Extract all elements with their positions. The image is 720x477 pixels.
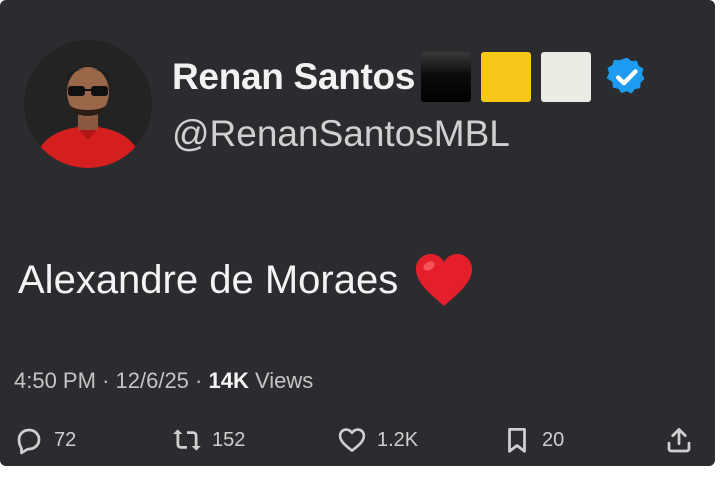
- like-count: 1.2K: [377, 428, 419, 451]
- repost-icon: [173, 429, 201, 451]
- author-name-row: Renan Santos: [172, 52, 649, 102]
- tweet-time[interactable]: 4:50 PM: [14, 368, 96, 393]
- white-square-emoji: [541, 52, 592, 102]
- action-bar: 72 152 1.2K 20: [0, 420, 715, 460]
- repost-count: 152: [212, 428, 246, 451]
- repost-button[interactable]: 152: [172, 420, 245, 460]
- like-button[interactable]: 1.2K: [337, 420, 418, 460]
- share-button[interactable]: [664, 420, 694, 460]
- red-heart-emoji-icon: [416, 254, 473, 306]
- views-label: Views: [254, 368, 314, 393]
- share-icon: [667, 428, 691, 453]
- tweet-meta: 4:50 PM · 12/6/25 · 14K Views: [14, 368, 313, 394]
- avatar-image: [24, 40, 152, 168]
- author-handle[interactable]: @RenanSantosMBL: [172, 113, 510, 155]
- verified-badge-icon: [606, 57, 645, 94]
- heart-icon: [338, 428, 366, 452]
- black-square-emoji: [421, 52, 472, 102]
- reply-button[interactable]: 72: [14, 420, 76, 460]
- tweet-text: Alexandre de Moraes: [18, 252, 474, 308]
- views-count: 14K: [208, 368, 249, 393]
- bookmark-button[interactable]: 20: [502, 420, 564, 460]
- author-name[interactable]: Renan Santos: [172, 56, 415, 98]
- bookmark-icon: [508, 428, 526, 453]
- reply-icon: [17, 428, 41, 455]
- meta-separator: ·: [102, 368, 110, 393]
- tweet-date[interactable]: 12/6/25: [116, 368, 189, 393]
- meta-separator: ·: [195, 368, 203, 393]
- tweet-card: Renan Santos @RenanSantosMBL Alexandre d…: [0, 0, 715, 466]
- reply-count: 72: [54, 428, 77, 451]
- tweet-text-content: Alexandre de Moraes: [18, 257, 399, 302]
- bookmark-count: 20: [542, 428, 565, 451]
- yellow-square-emoji: [481, 52, 532, 102]
- avatar[interactable]: [24, 40, 152, 168]
